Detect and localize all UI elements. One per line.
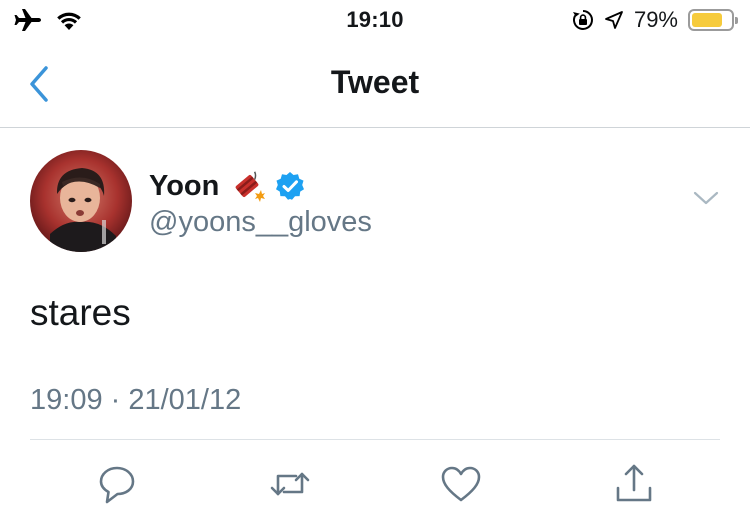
status-bar: 19:10 79%: [0, 0, 750, 40]
avatar[interactable]: [30, 150, 132, 252]
tweet-actions: [0, 462, 750, 506]
like-button[interactable]: [439, 462, 483, 506]
status-right: 79%: [572, 7, 738, 33]
author-name[interactable]: Yoon: [149, 170, 219, 203]
avatar-image: [30, 150, 132, 252]
battery-percent: 79%: [633, 7, 678, 32]
chevron-down-icon: [693, 191, 719, 205]
retweet-button[interactable]: [268, 462, 312, 506]
firecracker-icon: [236, 171, 266, 202]
page-title: Tweet: [330, 64, 420, 100]
tweet-text: stares: [30, 292, 131, 333]
orientation-lock-icon: [572, 10, 593, 30]
battery-icon: [688, 9, 738, 31]
battery-cap: [735, 17, 738, 24]
tweet-menu-button[interactable]: [692, 188, 720, 208]
verified-badge-icon: [276, 172, 305, 200]
share-button[interactable]: [612, 462, 656, 506]
heart-icon: [441, 466, 481, 502]
divider: [30, 439, 720, 440]
author-handle[interactable]: @yoons__gloves: [149, 206, 372, 239]
retweet-icon: [270, 472, 310, 496]
share-icon: [616, 464, 652, 502]
reply-button[interactable]: [95, 462, 139, 506]
nav-bar: Tweet: [0, 40, 750, 128]
author-row: Yoon: [149, 168, 305, 204]
speech-bubble-icon: [99, 466, 135, 504]
battery-level: [692, 13, 723, 27]
location-arrow-icon: [605, 11, 623, 29]
tweet-timestamp: 19:09 · 21/01/12: [30, 384, 242, 416]
